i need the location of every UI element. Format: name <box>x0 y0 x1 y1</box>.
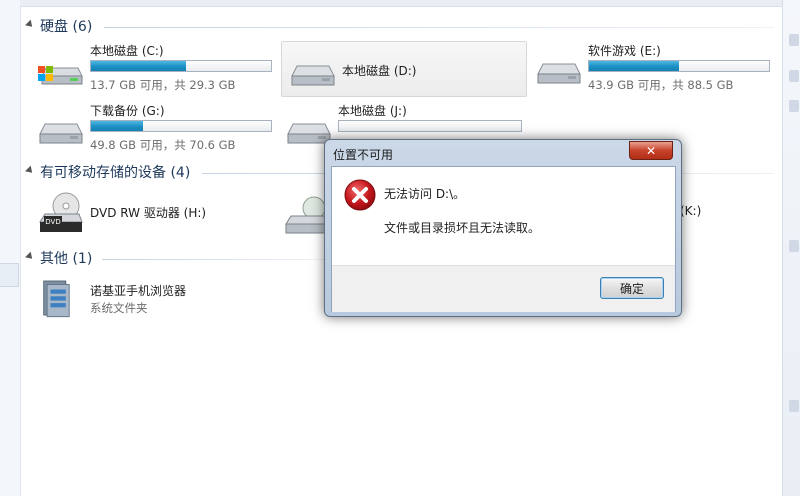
button-bar: 确定 <box>332 265 675 312</box>
drive-k[interactable]: (K:) <box>680 190 710 240</box>
drive-name: (K:) <box>680 204 702 218</box>
drive-usage-bar <box>588 60 770 72</box>
chevron-down-icon <box>25 19 35 30</box>
svg-text:DVD: DVD <box>45 218 60 226</box>
toolbar-edge <box>20 0 782 7</box>
item-type: 系统文件夹 <box>90 301 148 315</box>
drive-e[interactable]: 软件游戏 (E:) 43.9 GB 可用，共 88.5 GB <box>528 40 772 94</box>
group-divider <box>102 259 324 260</box>
error-detail: 文件或目录损坏且无法读取。 <box>384 221 541 235</box>
drive-free-space: 43.9 GB 可用，共 88.5 GB <box>588 78 734 92</box>
drive-name: 本地磁盘 (D:) <box>342 64 417 78</box>
error-icon <box>344 179 376 211</box>
drive-name: 本地磁盘 (C:) <box>90 44 164 58</box>
nokia-browser-folder[interactable]: 诺基亚手机浏览器 系统文件夹 <box>30 274 274 324</box>
drive-usage-bar <box>338 120 522 132</box>
dvd-drive-icon: DVD <box>39 192 83 232</box>
chevron-down-icon <box>25 165 35 176</box>
error-message: 无法访问 D:\。 <box>384 187 466 201</box>
group-divider <box>104 27 774 28</box>
removable-drive-icon <box>285 196 328 234</box>
scroll-marker <box>789 400 799 412</box>
group-header-other[interactable]: 其他 (1) <box>25 248 93 268</box>
location-unavailable-dialog: 位置不可用 ✕ 无法访问 D:\。 文件或目录损坏且无法读取。 确定 <box>324 139 682 317</box>
pane-splitter-handle[interactable] <box>0 263 19 287</box>
message-area: 无法访问 D:\。 文件或目录损坏且无法读取。 <box>332 167 675 265</box>
group-label: 有可移动存储的设备 (4) <box>40 165 191 181</box>
close-icon: ✕ <box>645 143 657 158</box>
drive-name: 软件游戏 (E:) <box>588 44 661 58</box>
drive-d[interactable]: 本地磁盘 (D:) <box>281 41 527 97</box>
ok-button[interactable]: 确定 <box>600 277 664 299</box>
drive-name: DVD RW 驱动器 (H:) <box>90 206 207 220</box>
drive-name: 下载备份 (G:) <box>90 104 165 118</box>
drive-h-dvd[interactable]: DVD DVD RW 驱动器 (H:) <box>30 190 274 240</box>
item-name: 诺基亚手机浏览器 <box>90 284 187 298</box>
drive-usage-bar <box>90 60 272 72</box>
chevron-down-icon <box>25 251 35 262</box>
drive-name: 本地磁盘 (J:) <box>338 104 407 118</box>
dialog-body: 无法访问 D:\。 文件或目录损坏且无法读取。 确定 <box>331 166 676 312</box>
group-label: 其他 (1) <box>40 251 93 267</box>
drive-usage-bar <box>90 120 272 132</box>
drive-free-space: 49.8 GB 可用，共 70.6 GB <box>90 138 236 152</box>
scroll-marker <box>789 100 799 112</box>
system-drive-icon <box>38 66 83 85</box>
navigation-pane-edge <box>0 0 21 496</box>
drive-c[interactable]: 本地磁盘 (C:) 13.7 GB 可用，共 29.3 GB <box>30 40 274 94</box>
scroll-marker <box>789 70 799 82</box>
system-folder-icon <box>43 280 70 318</box>
close-button[interactable]: ✕ <box>629 141 673 160</box>
dialog-title: 位置不可用 <box>333 148 394 162</box>
usage-fill <box>91 121 144 131</box>
group-header-hard-disks[interactable]: 硬盘 (6) <box>25 16 93 36</box>
usage-fill <box>589 61 679 71</box>
usage-fill <box>91 61 187 71</box>
scroll-marker <box>789 240 799 252</box>
removable-drive[interactable] <box>280 190 328 240</box>
drive-g[interactable]: 下载备份 (G:) 49.8 GB 可用，共 70.6 GB <box>30 100 274 154</box>
hard-drive-icon <box>291 65 335 86</box>
drive-free-space: 13.7 GB 可用，共 29.3 GB <box>90 78 236 92</box>
hard-drive-icon <box>537 63 581 84</box>
hard-drive-icon <box>39 123 83 144</box>
group-header-removable[interactable]: 有可移动存储的设备 (4) <box>25 162 191 182</box>
scroll-marker <box>789 34 799 46</box>
group-label: 硬盘 (6) <box>40 19 93 35</box>
vertical-scrollbar[interactable] <box>782 0 800 496</box>
